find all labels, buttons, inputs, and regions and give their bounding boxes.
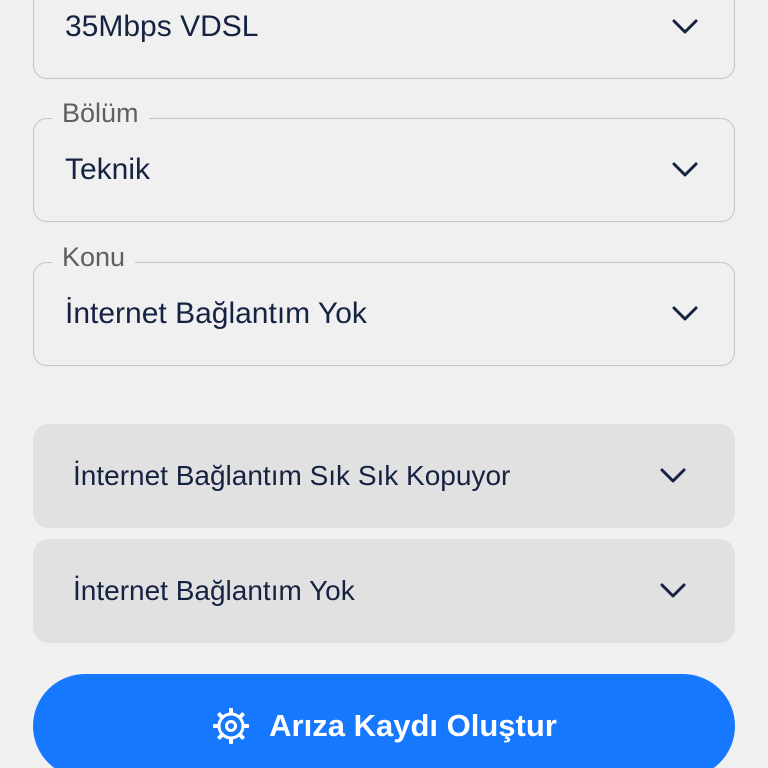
package-select[interactable]: 35Mbps VDSL xyxy=(33,0,735,79)
create-ticket-button-label: Arıza Kaydı Oluştur xyxy=(269,708,557,743)
chevron-down-icon xyxy=(672,19,698,34)
chevron-down-icon xyxy=(660,468,686,483)
create-ticket-button[interactable]: Arıza Kaydı Oluştur xyxy=(33,674,735,768)
chevron-down-icon xyxy=(660,583,686,598)
faq-item-connection-drops[interactable]: İnternet Bağlantım Sık Sık Kopuyor xyxy=(33,424,735,528)
fault-report-screen: 35Mbps VDSL Bölüm Teknik Konu İnternet B… xyxy=(0,0,768,768)
chevron-down-icon xyxy=(672,306,698,321)
department-select[interactable]: Bölüm Teknik xyxy=(33,98,735,222)
topic-select-value: İnternet Bağlantım Yok xyxy=(65,297,367,330)
chevron-down-icon xyxy=(672,162,698,177)
gear-icon xyxy=(213,708,250,744)
department-select-label: Bölüm xyxy=(52,98,149,128)
faq-item-label: İnternet Bağlantım Sık Sık Kopuyor xyxy=(73,460,511,491)
faq-item-label: İnternet Bağlantım Yok xyxy=(73,575,355,606)
topic-select[interactable]: Konu İnternet Bağlantım Yok xyxy=(33,242,735,366)
faq-item-no-connection[interactable]: İnternet Bağlantım Yok xyxy=(33,539,735,643)
department-select-value: Teknik xyxy=(65,153,151,186)
topic-select-label: Konu xyxy=(52,242,136,272)
package-select-value: 35Mbps VDSL xyxy=(65,10,259,43)
